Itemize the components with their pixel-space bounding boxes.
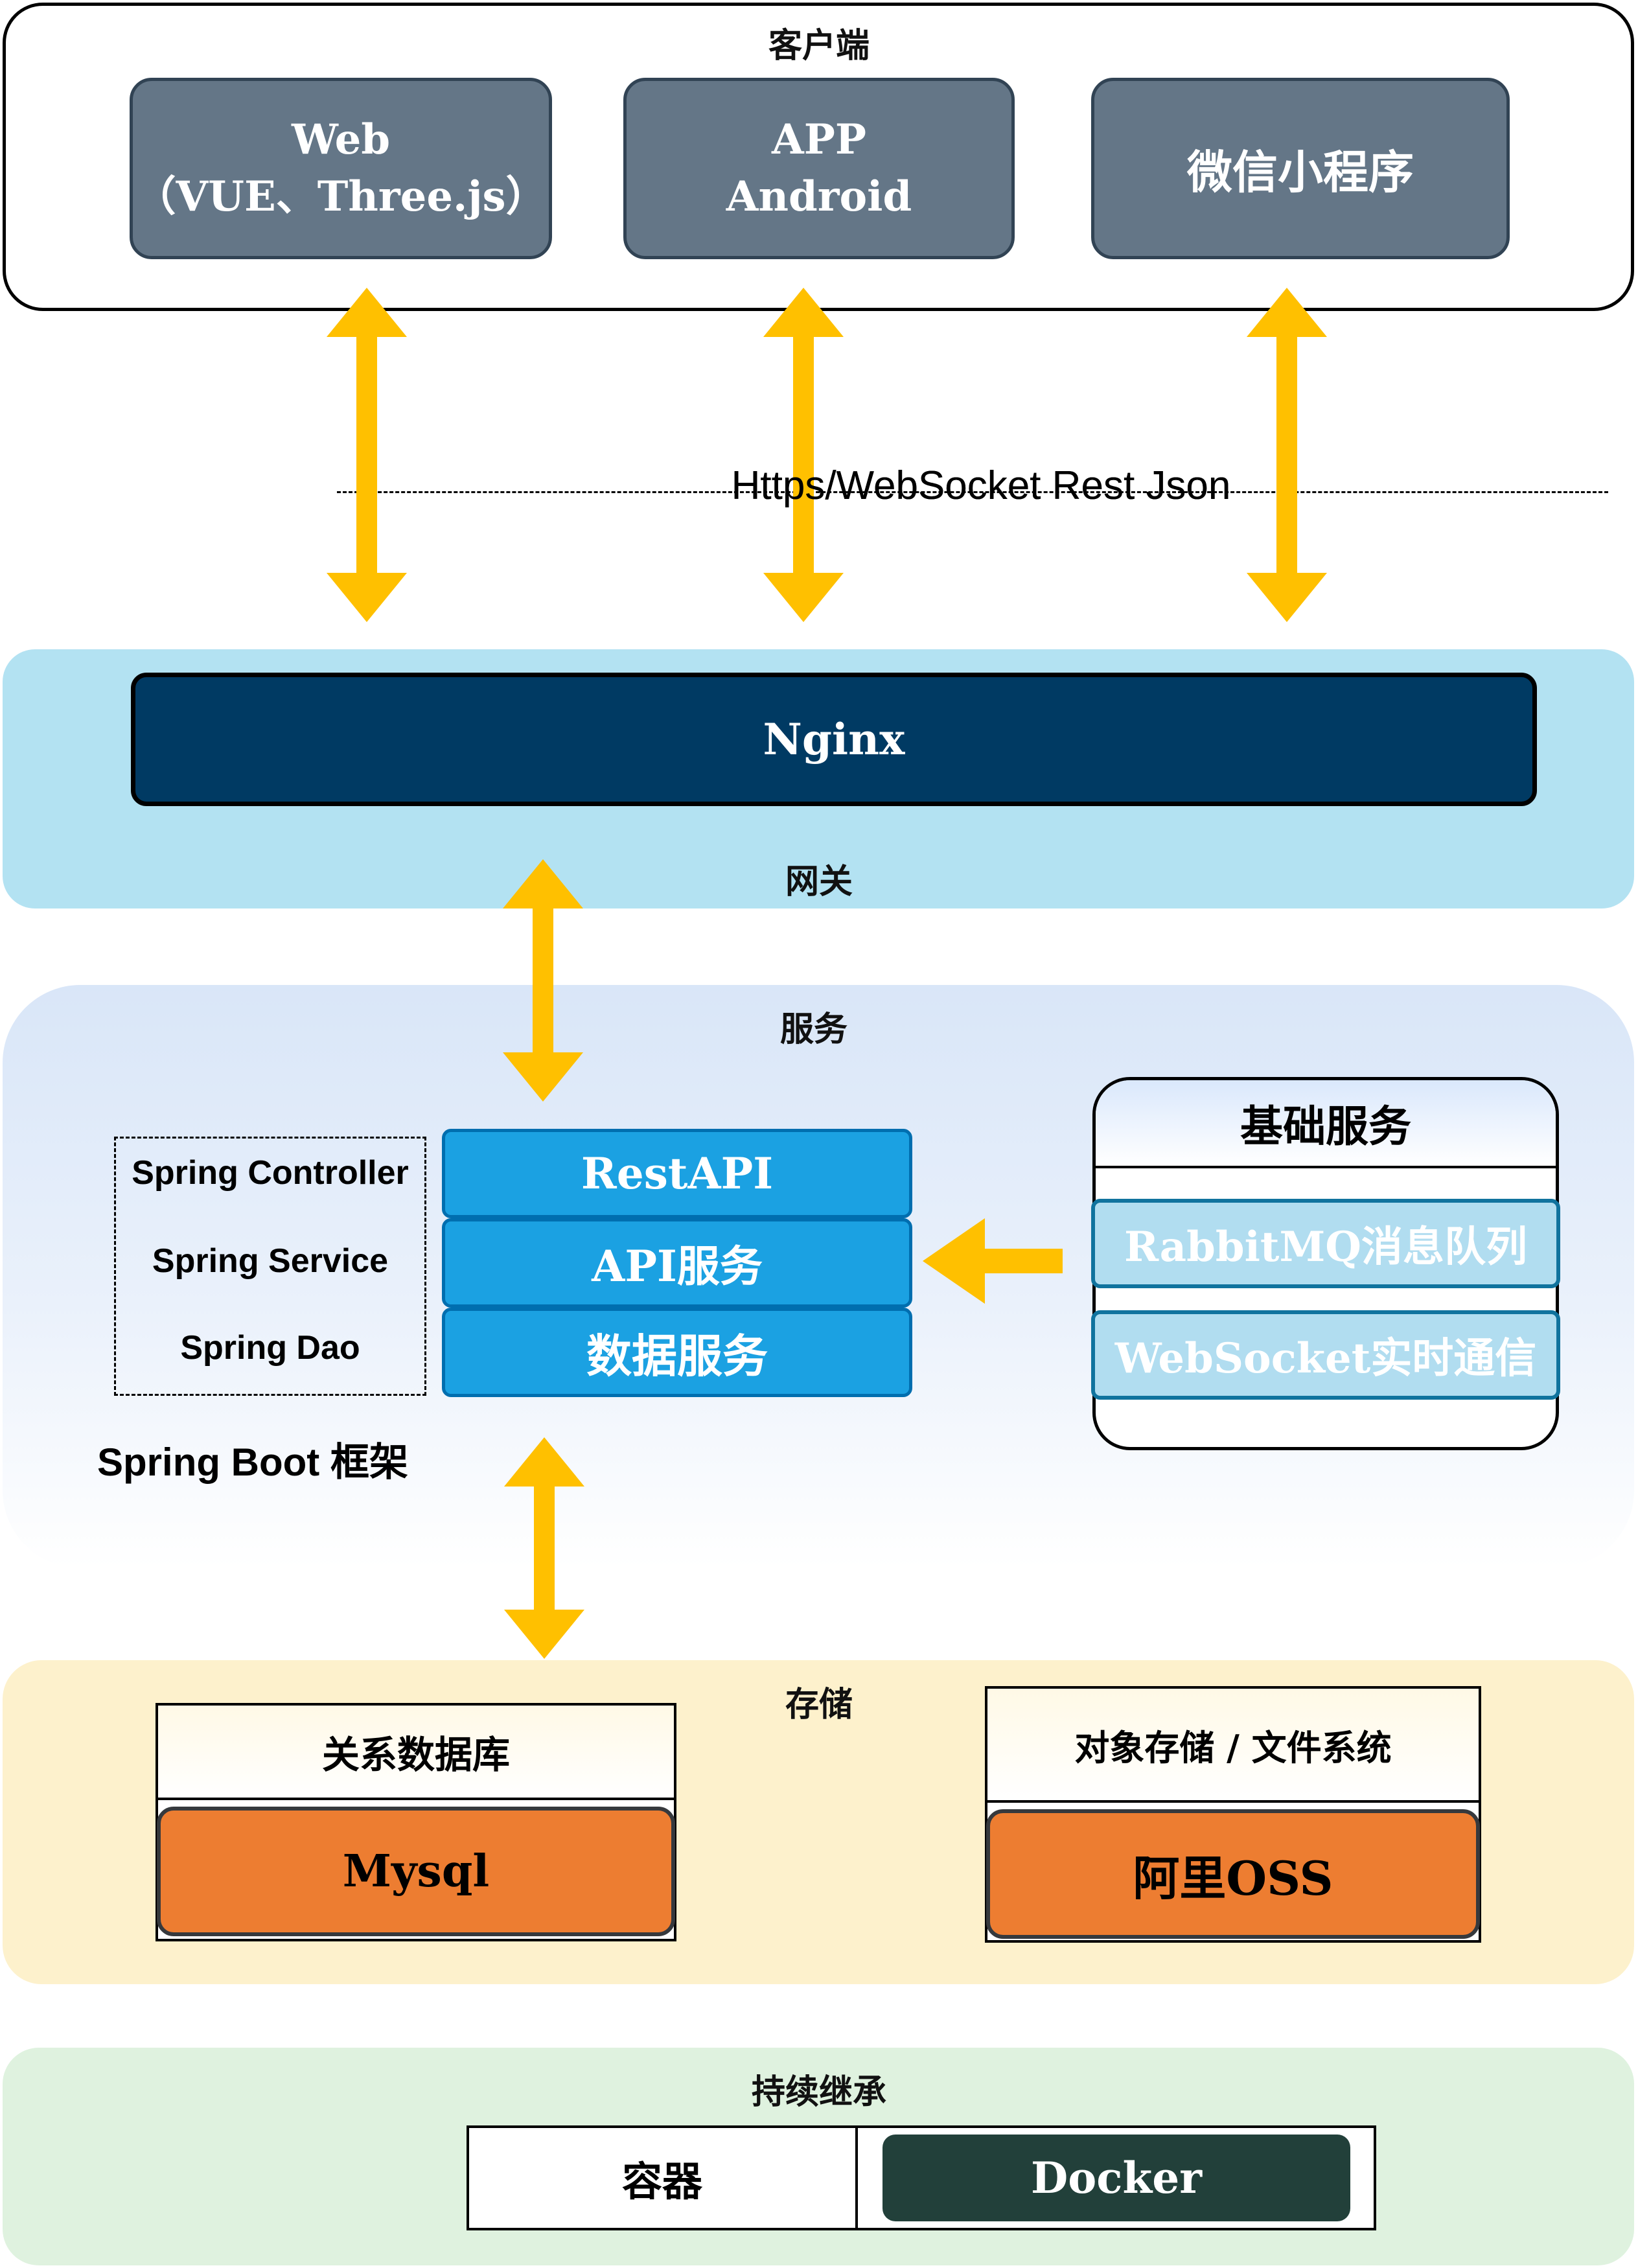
- web-gateway-arrow: [327, 288, 407, 622]
- connector-arrows: [327, 288, 1327, 1659]
- services-storage-arrow: [504, 1437, 584, 1659]
- app-gateway-arrow: [763, 288, 844, 622]
- protocol-label: Https/WebSocket Rest Json: [731, 463, 1231, 508]
- wechat-gateway-arrow: [1247, 288, 1327, 622]
- base-to-api-arrow: [923, 1218, 1063, 1304]
- gateway-services-arrow: [503, 859, 583, 1102]
